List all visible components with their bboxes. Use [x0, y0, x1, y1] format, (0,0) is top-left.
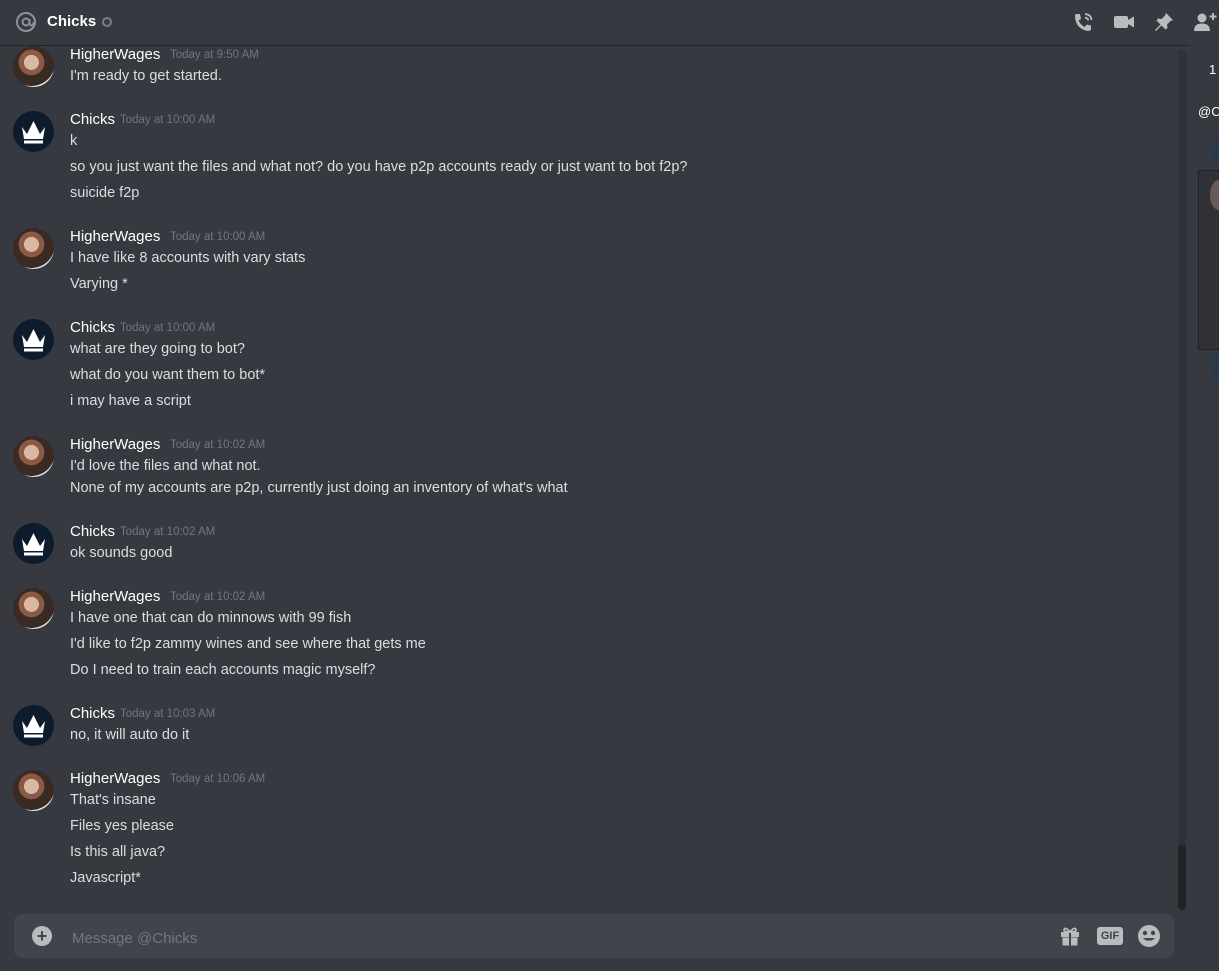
add-friend-icon[interactable]: [1192, 11, 1219, 33]
video-call-icon[interactable]: [1112, 11, 1136, 33]
message-text: I'd like to f2p zammy wines and see wher…: [70, 636, 426, 652]
pin-icon[interactable]: [1152, 11, 1176, 33]
message-timestamp: Today at 10:02 AM: [170, 591, 266, 603]
scrollbar-track[interactable]: [1178, 50, 1186, 910]
message-text: no, it will auto do it: [70, 727, 190, 743]
message-composer: + GIF: [14, 914, 1174, 958]
side-panel-mention: @C: [1198, 104, 1219, 119]
message-text: I'm ready to get started.: [70, 68, 222, 84]
message-author[interactable]: HigherWages: [70, 770, 160, 787]
chicks-crown-avatar[interactable]: [13, 705, 54, 746]
message-text: Varying *: [70, 276, 128, 292]
chicks-crown-avatar[interactable]: [13, 523, 54, 564]
crown-icon: [22, 715, 45, 738]
message-author[interactable]: Chicks: [70, 319, 115, 336]
side-panel-count: 1: [1209, 62, 1217, 77]
message-timestamp: Today at 10:02 AM: [120, 526, 216, 538]
chicks-crown-avatar[interactable]: [13, 319, 54, 360]
higherwages-avatar[interactable]: [13, 228, 54, 269]
emoji-icon[interactable]: [1137, 924, 1161, 948]
gif-button[interactable]: GIF: [1097, 927, 1123, 945]
message-timestamp: Today at 10:00 AM: [120, 114, 216, 126]
message-timestamp: Today at 10:03 AM: [120, 708, 216, 720]
message-text: Files yes please: [70, 818, 174, 834]
crown-icon: [22, 121, 45, 144]
message-timestamp: Today at 10:06 AM: [170, 773, 266, 785]
dm-header: Chicks: [0, 0, 1219, 45]
higherwages-avatar[interactable]: [13, 436, 54, 477]
chicks-crown-avatar[interactable]: [13, 111, 54, 152]
message-author[interactable]: HigherWages: [70, 436, 160, 453]
message-author[interactable]: HigherWages: [70, 228, 160, 245]
higherwages-avatar[interactable]: [13, 588, 54, 629]
higherwages-avatar[interactable]: [13, 770, 54, 811]
gift-icon[interactable]: [1058, 925, 1082, 947]
message-timestamp: Today at 9:50 AM: [170, 49, 259, 61]
message-text: so you just want the files and what not?…: [70, 159, 688, 175]
message-author[interactable]: HigherWages: [70, 588, 160, 605]
at-icon: [16, 12, 36, 32]
phone-call-icon[interactable]: [1071, 11, 1095, 33]
message-text: That's insane: [70, 792, 156, 808]
message-input[interactable]: [70, 926, 1034, 950]
crown-icon: [22, 329, 45, 352]
upload-plus-icon[interactable]: +: [32, 926, 52, 946]
status-offline-icon: [102, 17, 112, 27]
scrollbar-thumb[interactable]: [1178, 845, 1186, 910]
crown-icon: [22, 533, 45, 556]
message-text: what are they going to bot?: [70, 341, 245, 357]
message-text: Javascript*: [70, 870, 141, 886]
message-author[interactable]: Chicks: [70, 111, 115, 128]
message-author[interactable]: Chicks: [70, 705, 115, 722]
message-text: suicide f2p: [70, 185, 140, 201]
message-text: I have one that can do minnows with 99 f…: [70, 610, 352, 626]
message-timestamp: Today at 10:00 AM: [170, 231, 266, 243]
message-text: what do you want them to bot*: [70, 367, 266, 383]
message-timestamp: Today at 10:02 AM: [170, 439, 266, 451]
message-text: None of my accounts are p2p, currently j…: [70, 480, 568, 496]
message-text: i may have a script: [70, 393, 191, 409]
message-author[interactable]: HigherWages: [70, 46, 160, 63]
message-text: ok sounds good: [70, 545, 173, 561]
message-text: Is this all java?: [70, 844, 166, 860]
message-text: I have like 8 accounts with vary stats: [70, 250, 306, 266]
message-text: k: [70, 133, 78, 149]
message-timestamp: Today at 10:00 AM: [120, 322, 216, 334]
message-text: I'd love the files and what not.: [70, 458, 261, 474]
higherwages-avatar[interactable]: [13, 46, 54, 87]
channel-name[interactable]: Chicks: [47, 13, 96, 30]
message-author[interactable]: Chicks: [70, 523, 115, 540]
message-list: HigherWages Today at 9:50 AM I'm ready t…: [0, 45, 1180, 905]
message-text: Do I need to train each accounts magic m…: [70, 662, 376, 678]
